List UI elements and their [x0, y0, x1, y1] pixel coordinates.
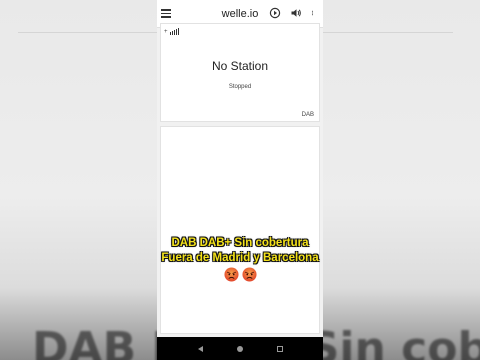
caption-line-1: DAB DAB+ Sin cobertura — [171, 237, 309, 249]
angry-face-icon — [241, 267, 257, 282]
play-icon[interactable] — [269, 7, 281, 19]
system-nav-bar — [157, 337, 323, 360]
phone-frame: welle.io + No Station Stopped DAB — [157, 0, 323, 360]
caption-line-2: Fuera de Madrid y Barcelona — [161, 252, 319, 264]
station-name: No Station — [211, 59, 269, 73]
background-blur-left — [0, 0, 157, 360]
station-card: + No Station Stopped DAB — [160, 23, 320, 122]
caption-overlay: DAB DAB+ Sin cobertura Fuera de Madrid y… — [140, 236, 340, 282]
back-icon[interactable] — [197, 345, 203, 352]
station-list-panel — [160, 126, 320, 334]
app-screen: welle.io + No Station Stopped DAB — [157, 0, 323, 337]
volume-icon[interactable] — [290, 7, 302, 19]
recent-apps-icon[interactable] — [276, 345, 283, 352]
background-blur-right — [323, 0, 480, 360]
more-vert-icon[interactable] — [311, 7, 317, 19]
angry-face-icon — [223, 267, 239, 282]
signal-strength-icon: + — [164, 28, 180, 35]
home-icon[interactable] — [236, 345, 243, 352]
signal-indicator: + — [164, 29, 168, 35]
radio-mode-label: DAB — [301, 112, 314, 118]
playback-status: Stopped — [228, 84, 252, 90]
